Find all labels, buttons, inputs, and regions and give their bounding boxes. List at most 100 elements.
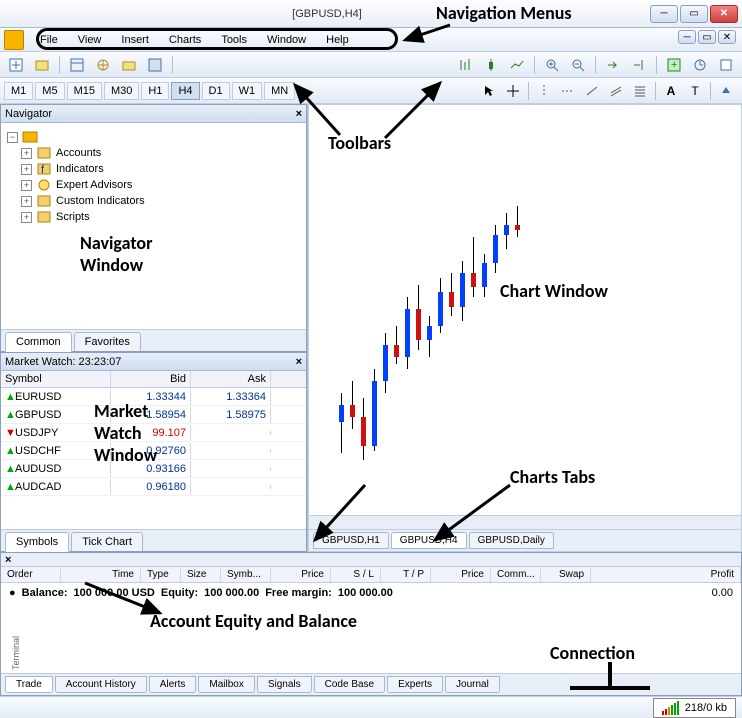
col-price2[interactable]: Price bbox=[431, 567, 491, 582]
cursor-icon[interactable] bbox=[477, 81, 501, 101]
market-watch-row[interactable]: ▲AUDUSD0.93166 bbox=[1, 460, 306, 478]
timeframe-d1[interactable]: D1 bbox=[202, 82, 230, 100]
fibonacci-icon[interactable] bbox=[628, 81, 652, 101]
col-tp[interactable]: T / P bbox=[381, 567, 431, 582]
col-ask[interactable]: Ask bbox=[191, 371, 271, 387]
tree-item-scripts[interactable]: +Scripts bbox=[7, 209, 300, 225]
terminal-tab-history[interactable]: Account History bbox=[55, 676, 147, 693]
menu-help[interactable]: Help bbox=[316, 31, 359, 49]
menu-window[interactable]: Window bbox=[257, 31, 316, 49]
timeframe-m5[interactable]: M5 bbox=[35, 82, 64, 100]
market-watch-close-icon[interactable]: × bbox=[296, 356, 302, 368]
timeframe-h4[interactable]: H4 bbox=[171, 82, 199, 100]
maximize-button[interactable]: ▭ bbox=[680, 5, 708, 23]
new-chart-icon[interactable] bbox=[4, 55, 28, 75]
zoom-in-icon[interactable] bbox=[540, 55, 564, 75]
tree-item-indicators[interactable]: +fIndicators bbox=[7, 161, 300, 177]
vertical-line-icon[interactable] bbox=[532, 81, 556, 101]
standard-toolbar: + bbox=[0, 52, 742, 78]
minimize-button[interactable]: ─ bbox=[650, 5, 678, 23]
col-type[interactable]: Type bbox=[141, 567, 181, 582]
mdi-restore-button[interactable]: ▭ bbox=[698, 30, 716, 44]
terminal-tab-experts[interactable]: Experts bbox=[387, 676, 443, 693]
col-size[interactable]: Size bbox=[181, 567, 221, 582]
market-watch-row[interactable]: ▲USDCHF0.92760 bbox=[1, 442, 306, 460]
menu-charts[interactable]: Charts bbox=[159, 31, 211, 49]
market-watch-row[interactable]: ▲EURUSD1.333441.33364 bbox=[1, 388, 306, 406]
chart-tab-h1[interactable]: GBPUSD,H1 bbox=[313, 532, 389, 549]
col-time[interactable]: Time bbox=[61, 567, 141, 582]
horizontal-line-icon[interactable] bbox=[556, 81, 580, 101]
mw-tab-symbols[interactable]: Symbols bbox=[5, 532, 69, 552]
chart-scrollbar[interactable] bbox=[309, 515, 741, 529]
market-watch-row[interactable]: ▲GBPUSD1.589541.58975 bbox=[1, 406, 306, 424]
mdi-close-button[interactable]: ✕ bbox=[718, 30, 736, 44]
profiles-icon[interactable] bbox=[30, 55, 54, 75]
terminal-tab-journal[interactable]: Journal bbox=[445, 676, 500, 693]
col-sl[interactable]: S / L bbox=[331, 567, 381, 582]
col-symbol[interactable]: Symbol bbox=[1, 371, 111, 387]
terminal-tab-codebase[interactable]: Code Base bbox=[314, 676, 385, 693]
market-watch-header[interactable]: Market Watch: 23:23:07 × bbox=[1, 353, 306, 371]
mw-tab-tickchart[interactable]: Tick Chart bbox=[71, 532, 143, 551]
terminal-close-icon[interactable]: × bbox=[5, 554, 11, 566]
tree-root[interactable]: − bbox=[7, 129, 300, 145]
menu-view[interactable]: View bbox=[68, 31, 112, 49]
indicators-icon[interactable]: + bbox=[662, 55, 686, 75]
timeframe-w1[interactable]: W1 bbox=[232, 82, 263, 100]
arrows-icon[interactable] bbox=[714, 81, 738, 101]
menu-file[interactable]: File bbox=[30, 31, 68, 49]
line-chart-icon[interactable] bbox=[505, 55, 529, 75]
timeframe-h1[interactable]: H1 bbox=[141, 82, 169, 100]
close-button[interactable]: ✕ bbox=[710, 5, 738, 23]
text-icon[interactable]: A bbox=[659, 81, 683, 101]
menu-tools[interactable]: Tools bbox=[211, 31, 257, 49]
periodicity-icon[interactable] bbox=[688, 55, 712, 75]
trendline-icon[interactable] bbox=[580, 81, 604, 101]
navigator-tab-favorites[interactable]: Favorites bbox=[74, 332, 141, 351]
navigator-close-icon[interactable]: × bbox=[296, 108, 302, 120]
timeframe-m15[interactable]: M15 bbox=[67, 82, 102, 100]
chart-canvas[interactable] bbox=[309, 105, 741, 551]
terminal-titlebar[interactable]: × bbox=[1, 553, 741, 567]
col-profit[interactable]: Profit bbox=[591, 567, 741, 582]
chart-shift-icon[interactable] bbox=[627, 55, 651, 75]
market-watch-icon[interactable] bbox=[65, 55, 89, 75]
market-watch-row[interactable]: ▼USDJPY99.107 bbox=[1, 424, 306, 442]
chart-tab-daily[interactable]: GBPUSD,Daily bbox=[469, 532, 554, 549]
tree-item-custom-indicators[interactable]: +Custom Indicators bbox=[7, 193, 300, 209]
navigator-icon[interactable] bbox=[91, 55, 115, 75]
zoom-out-icon[interactable] bbox=[566, 55, 590, 75]
timeframe-m1[interactable]: M1 bbox=[4, 82, 33, 100]
timeframe-mn[interactable]: MN bbox=[264, 82, 295, 100]
terminal-tab-trade[interactable]: Trade bbox=[5, 676, 53, 693]
bar-chart-icon[interactable] bbox=[453, 55, 477, 75]
text-label-icon[interactable]: T bbox=[683, 81, 707, 101]
terminal-tab-mailbox[interactable]: Mailbox bbox=[198, 676, 254, 693]
data-window-icon[interactable] bbox=[143, 55, 167, 75]
chart-tab-h4[interactable]: GBPUSD,H4 bbox=[391, 532, 467, 549]
col-order[interactable]: Order bbox=[1, 567, 61, 582]
terminal-icon[interactable] bbox=[117, 55, 141, 75]
channel-icon[interactable] bbox=[604, 81, 628, 101]
col-price[interactable]: Price bbox=[271, 567, 331, 582]
terminal-tab-alerts[interactable]: Alerts bbox=[149, 676, 197, 693]
menu-insert[interactable]: Insert bbox=[111, 31, 159, 49]
navigator-tab-common[interactable]: Common bbox=[5, 332, 72, 352]
col-symbol[interactable]: Symb... bbox=[221, 567, 271, 582]
timeframe-m30[interactable]: M30 bbox=[104, 82, 139, 100]
col-swap[interactable]: Swap bbox=[541, 567, 591, 582]
auto-scroll-icon[interactable] bbox=[601, 55, 625, 75]
templates-icon[interactable] bbox=[714, 55, 738, 75]
chart-window[interactable]: GBPUSD,H1 GBPUSD,H4 GBPUSD,Daily bbox=[308, 104, 742, 552]
terminal-tab-signals[interactable]: Signals bbox=[257, 676, 312, 693]
tree-item-accounts[interactable]: +Accounts bbox=[7, 145, 300, 161]
candlestick-icon[interactable] bbox=[479, 55, 503, 75]
crosshair-icon[interactable] bbox=[501, 81, 525, 101]
col-bid[interactable]: Bid bbox=[111, 371, 191, 387]
col-commission[interactable]: Comm... bbox=[491, 567, 541, 582]
market-watch-row[interactable]: ▲AUDCAD0.96180 bbox=[1, 478, 306, 496]
mdi-minimize-button[interactable]: ─ bbox=[678, 30, 696, 44]
navigator-header[interactable]: Navigator × bbox=[1, 105, 306, 123]
tree-item-experts[interactable]: +Expert Advisors bbox=[7, 177, 300, 193]
